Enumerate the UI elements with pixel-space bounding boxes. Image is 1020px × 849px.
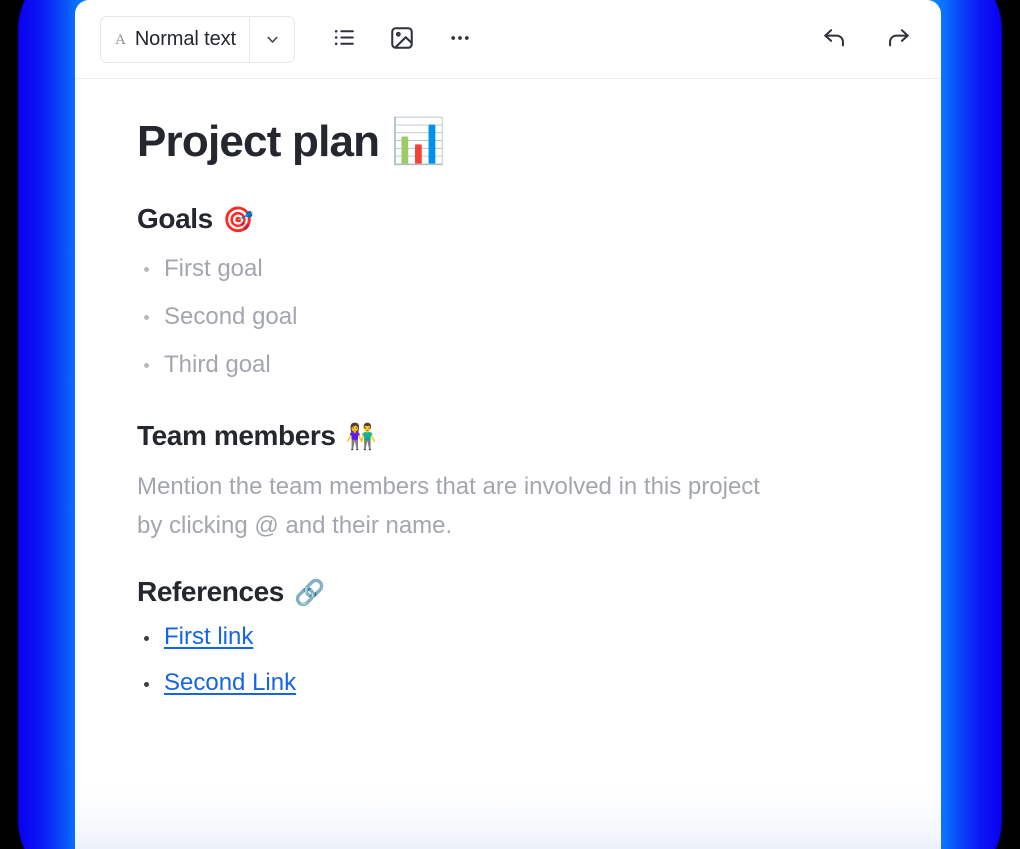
- undo-button[interactable]: [813, 18, 855, 60]
- list-item[interactable]: First link: [137, 623, 881, 650]
- team-members-placeholder-text[interactable]: Mention the team members that are involv…: [137, 467, 777, 545]
- toolbar-left-group: A Normal text: [100, 15, 813, 63]
- insert-image-button[interactable]: [381, 18, 423, 60]
- text-style-dropdown[interactable]: A Normal text: [100, 15, 295, 63]
- redo-button[interactable]: [877, 18, 919, 60]
- bulleted-list-button[interactable]: [323, 18, 365, 60]
- screen: A Normal text Project plan 📊 Goals 🎯 Fir…: [0, 0, 1020, 849]
- list-item[interactable]: First goal: [137, 257, 881, 281]
- reference-link-first[interactable]: First link: [164, 623, 253, 650]
- section-heading-team-members[interactable]: Team members 👫: [137, 419, 881, 453]
- list-item[interactable]: Third goal: [137, 353, 881, 377]
- reference-link-second[interactable]: Second Link: [164, 669, 296, 696]
- text-style-icon: A: [115, 31, 126, 48]
- page-title[interactable]: Project plan 📊: [137, 116, 881, 168]
- bar-chart-emoji: 📊: [391, 116, 446, 167]
- editor-toolbar: A Normal text: [75, 0, 941, 79]
- section-heading-references-text: References: [137, 576, 284, 607]
- section-heading-team-members-text: Team members: [137, 420, 336, 452]
- text-style-label: Normal text: [134, 27, 236, 50]
- toolbar-right-group: [813, 18, 919, 60]
- people-holding-hands-emoji: 👫: [345, 422, 377, 452]
- page-title-text: Project plan: [137, 117, 380, 166]
- list-item[interactable]: Second goal: [137, 305, 881, 329]
- text-style-dropdown-main[interactable]: A Normal text: [101, 16, 250, 62]
- section-heading-goals-text: Goals: [137, 202, 213, 234]
- document-card: A Normal text Project plan 📊 Goals 🎯 Fir…: [75, 0, 941, 849]
- target-emoji: 🎯: [222, 204, 254, 234]
- redo-icon: [885, 24, 912, 54]
- link-chain-emoji: 🔗: [293, 578, 325, 607]
- references-list[interactable]: First link Second Link: [137, 623, 881, 696]
- toolbar-icon-group: [323, 18, 481, 60]
- chevron-down-icon[interactable]: [250, 17, 294, 62]
- section-heading-references[interactable]: References 🔗: [137, 575, 881, 609]
- more-options-button[interactable]: [439, 18, 481, 60]
- bulleted-list-icon: [332, 25, 357, 53]
- more-options-icon: [448, 26, 472, 53]
- list-item[interactable]: Second Link: [137, 669, 881, 696]
- bottom-fade-overlay: [75, 787, 941, 849]
- goals-list[interactable]: First goal Second goal Third goal: [137, 257, 881, 377]
- document-body[interactable]: Project plan 📊 Goals 🎯 First goal Second…: [75, 79, 941, 695]
- image-icon: [389, 25, 415, 54]
- section-heading-goals[interactable]: Goals 🎯: [137, 202, 881, 236]
- undo-icon: [821, 24, 848, 54]
